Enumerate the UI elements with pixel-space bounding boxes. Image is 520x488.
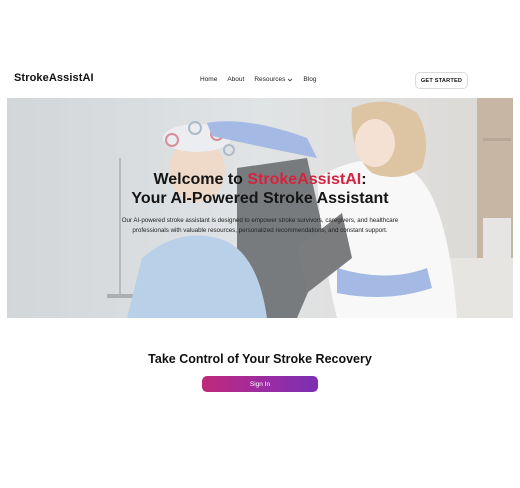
chevron-down-icon [288,78,293,81]
hero-title: Welcome to StrokeAssistAI: Your AI-Power… [7,170,513,208]
nav-home[interactable]: Home [200,76,217,83]
site-logo[interactable]: StrokeAssistAI [14,72,94,84]
nav-resources[interactable]: Resources [254,76,293,83]
hero-title-line2: Your AI-Powered Stroke Assistant [131,190,389,207]
cta-title: Take Control of Your Stroke Recovery [148,352,372,366]
nav-resources-label: Resources [254,76,286,83]
nav-blog[interactable]: Blog [303,76,316,83]
hero-banner: Welcome to StrokeAssistAI: Your AI-Power… [7,98,513,318]
nav-about[interactable]: About [227,76,244,83]
hero-title-suffix: : [361,171,367,188]
get-started-button[interactable]: GET STARTED [415,72,468,89]
sign-in-button[interactable]: Sign In [202,376,318,392]
hero-overlay [7,98,513,318]
hero-title-brand: StrokeAssistAI [247,171,362,188]
main-nav: Home About Resources Blog [200,76,316,83]
site-header: StrokeAssistAI Home About Resources Blog… [0,66,520,96]
hero-title-prefix: Welcome to [153,171,248,188]
hero-description: Our AI-powered stroke assistant is desig… [121,217,399,234]
